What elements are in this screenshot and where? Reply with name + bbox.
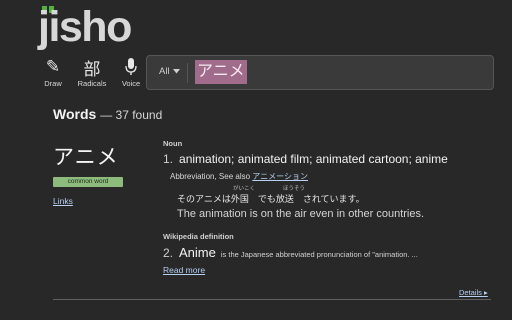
draw-button[interactable]: ✎ Draw: [40, 57, 66, 88]
furigana: がいこく: [233, 186, 256, 192]
entry-divider: [53, 299, 491, 300]
supplemental-info: Abbreviation, See also アニメーション: [170, 171, 308, 182]
radicals-button[interactable]: 部 Radicals: [75, 57, 109, 89]
draw-label: Draw: [44, 79, 62, 88]
part-of-speech: Noun: [163, 139, 183, 148]
meaning-2: 2. Anime is the Japanese abbreviated pronu…: [163, 245, 418, 260]
voice-label: Voice: [121, 79, 141, 88]
supplemental-text: Abbreviation, See also: [170, 172, 251, 181]
voice-button[interactable]: Voice: [118, 57, 144, 88]
example-sentence-japanese: そのアニメは外国 でも放送 されています。: [177, 194, 365, 204]
details-link[interactable]: Details ▸: [459, 288, 488, 297]
meaning-number: 1.: [163, 152, 174, 166]
chevron-down-icon: [172, 69, 180, 74]
search-input[interactable]: アニメ: [195, 60, 247, 84]
meaning-1: 1. animation; animated film; animated car…: [163, 152, 448, 166]
example-sentence-english: The animation is on the air even in othe…: [177, 208, 425, 220]
wikipedia-description: is the Japanese abbreviated pronunciatio…: [220, 250, 418, 259]
search-tools: ✎ Draw 部 Radicals Voice: [40, 57, 144, 88]
read-more-link[interactable]: Read more: [163, 265, 205, 275]
common-word-badge: common word: [53, 177, 123, 187]
results-count: — 37 found: [100, 108, 163, 122]
search-divider: [187, 63, 188, 83]
microphone-icon: [125, 57, 137, 77]
results-heading: Words — 37 found: [53, 106, 162, 122]
results-heading-label: Words: [53, 106, 97, 122]
links-link[interactable]: Links: [53, 196, 73, 206]
see-also-link[interactable]: アニメーション: [252, 172, 308, 181]
meaning-number: 2.: [163, 246, 174, 260]
search-box[interactable]: All アニメ: [146, 55, 494, 90]
search-scope-dropdown[interactable]: All: [159, 66, 180, 77]
furigana: ほうそう: [283, 186, 306, 192]
wikipedia-word: Anime: [179, 245, 216, 260]
search-scope-label: All: [159, 66, 170, 77]
entry-word: アニメ: [53, 146, 119, 169]
draw-icon: ✎: [45, 57, 61, 76]
radicals-icon: 部: [83, 59, 101, 79]
jisho-logo[interactable]: jisho: [38, 4, 132, 50]
radicals-label: Radicals: [77, 79, 107, 88]
meaning-text: animation; animated film; animated carto…: [179, 152, 448, 166]
jisho-page: jisho ✎ Draw 部 Radicals Voice All アニメ Wo…: [0, 0, 512, 320]
wikipedia-definition-label: Wikipedia definition: [163, 232, 234, 241]
